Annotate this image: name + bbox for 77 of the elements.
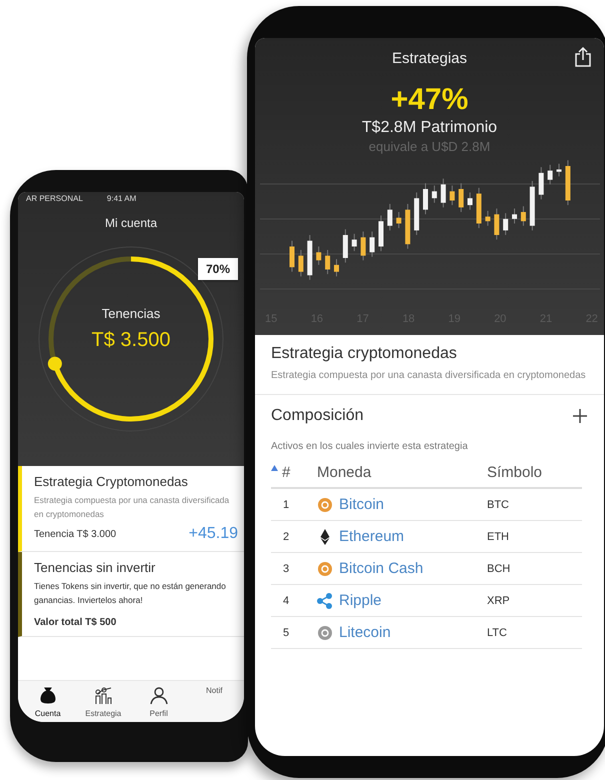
candle xyxy=(458,182,464,212)
coin-link[interactable]: Bitcoin Cash xyxy=(339,560,424,577)
row-number: 5 xyxy=(271,616,317,648)
row-number: 3 xyxy=(271,552,317,584)
sort-icon[interactable] xyxy=(271,465,278,471)
candle xyxy=(378,214,383,252)
candle xyxy=(431,185,436,204)
add-icon[interactable] xyxy=(572,408,588,424)
candle xyxy=(289,240,294,272)
candle xyxy=(324,249,330,275)
candle xyxy=(306,234,312,280)
coin-link[interactable]: Litecoin xyxy=(339,624,391,641)
column-header[interactable]: Símbolo xyxy=(487,464,542,481)
money-bag-icon xyxy=(38,686,58,706)
coin-link[interactable]: Bitcoin xyxy=(339,496,384,513)
candle xyxy=(512,208,516,224)
candle xyxy=(351,233,356,252)
column-header[interactable]: Moneda xyxy=(317,464,372,481)
screen-title: Mi cuenta xyxy=(104,216,158,230)
row-number: 1 xyxy=(271,488,317,520)
tab-button[interactable]: Estrategia xyxy=(76,686,131,718)
section-description: Estrategia compuesta por una canasta diversificada en cryptomonedas xyxy=(271,369,587,383)
candle xyxy=(476,187,481,229)
candle xyxy=(404,203,410,250)
card-description: Tienes Tokens sin invertir, que no están generando ganancias. Inviertelos ahora! xyxy=(34,580,227,607)
holdings-label: Tenencias xyxy=(102,306,160,321)
candle xyxy=(298,249,303,277)
row-number: 2 xyxy=(271,520,317,552)
card-amount: Valor total T$ 500 xyxy=(34,617,116,628)
candle xyxy=(342,228,348,264)
card-title: Estrategia Cryptomonedas xyxy=(34,474,189,489)
column-header[interactable]: # xyxy=(282,464,290,481)
composition-title: Composición xyxy=(271,407,364,425)
candle xyxy=(360,231,366,261)
candle xyxy=(396,212,401,229)
tab-button[interactable]: Notif xyxy=(186,686,242,718)
return-percent: +47% xyxy=(390,83,468,117)
candle xyxy=(502,212,508,236)
candle xyxy=(369,231,374,258)
candle xyxy=(440,178,446,208)
coin-link[interactable]: Ethereum xyxy=(339,528,404,545)
card-description: Estrategia compuesta por una canasta diversificada en cryptomonedas xyxy=(34,494,230,521)
candle xyxy=(316,246,321,266)
coin-link[interactable]: Ripple xyxy=(339,592,382,609)
percent-badge: 70% xyxy=(198,258,238,280)
candle xyxy=(538,166,544,200)
candle xyxy=(414,192,419,236)
tab-button[interactable]: Cuenta xyxy=(20,686,76,718)
candle xyxy=(334,258,338,277)
candle xyxy=(386,203,392,231)
candle xyxy=(520,206,526,226)
row-number: 4 xyxy=(271,584,317,616)
candle xyxy=(547,164,552,185)
ring-handle[interactable] xyxy=(48,356,62,371)
carrier-text: AR PERSONAL xyxy=(26,194,83,203)
section-title: Estrategia cryptomonedas xyxy=(271,345,458,363)
candle xyxy=(484,210,490,226)
card-amount: Tenencia T$ 3.000 xyxy=(34,528,116,540)
change-text: +45.19 xyxy=(188,525,238,543)
candle xyxy=(556,163,561,177)
tab-button[interactable]: Perfil xyxy=(131,686,186,718)
person-icon xyxy=(148,686,169,706)
candle xyxy=(422,182,428,215)
candle xyxy=(529,180,534,231)
holdings-value: T$ 3.500 xyxy=(92,329,170,352)
composition-subtitle: Activos en los cuales invierte esta estrategia xyxy=(271,441,469,452)
chart-icon xyxy=(93,686,114,706)
share-icon[interactable] xyxy=(574,46,592,68)
clock-text: 9:41 AM xyxy=(106,194,136,203)
candle xyxy=(564,160,570,206)
candle xyxy=(449,185,454,206)
equivalent-text: equivale a U$D 2.8M xyxy=(368,139,490,154)
candle xyxy=(494,208,499,240)
candle xyxy=(467,192,472,210)
equity-text: T$2.8M Patrimonio xyxy=(362,119,498,137)
card-title: Tenencias sin invertir xyxy=(34,560,156,575)
screen-title: Estrategias xyxy=(392,50,468,67)
